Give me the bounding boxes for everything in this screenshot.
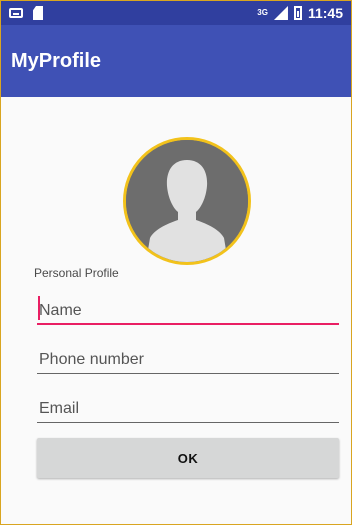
keyboard-icon	[9, 8, 23, 18]
name-field-underline	[37, 323, 339, 325]
person-silhouette-icon	[126, 140, 248, 262]
ok-button[interactable]: OK	[37, 438, 339, 478]
app-bar: MyProfile	[1, 25, 351, 97]
status-bar: 3G 11:45	[1, 1, 351, 25]
battery-icon	[293, 6, 302, 20]
status-time: 11:45	[307, 5, 343, 21]
sd-card-icon	[33, 6, 43, 20]
signal-icon	[273, 6, 288, 20]
phone-number-field-underline	[37, 373, 339, 374]
text-cursor	[38, 296, 40, 320]
status-left	[9, 6, 43, 20]
email-field-underline	[37, 422, 339, 423]
profile-avatar[interactable]	[123, 137, 251, 265]
app-title: MyProfile	[11, 49, 102, 72]
network-type-badge: 3G	[257, 8, 268, 17]
section-label: Personal Profile	[34, 266, 119, 280]
app-window: 3G 11:45 MyProfile Personal Profile OK	[0, 0, 352, 525]
status-right: 3G 11:45	[257, 5, 343, 21]
